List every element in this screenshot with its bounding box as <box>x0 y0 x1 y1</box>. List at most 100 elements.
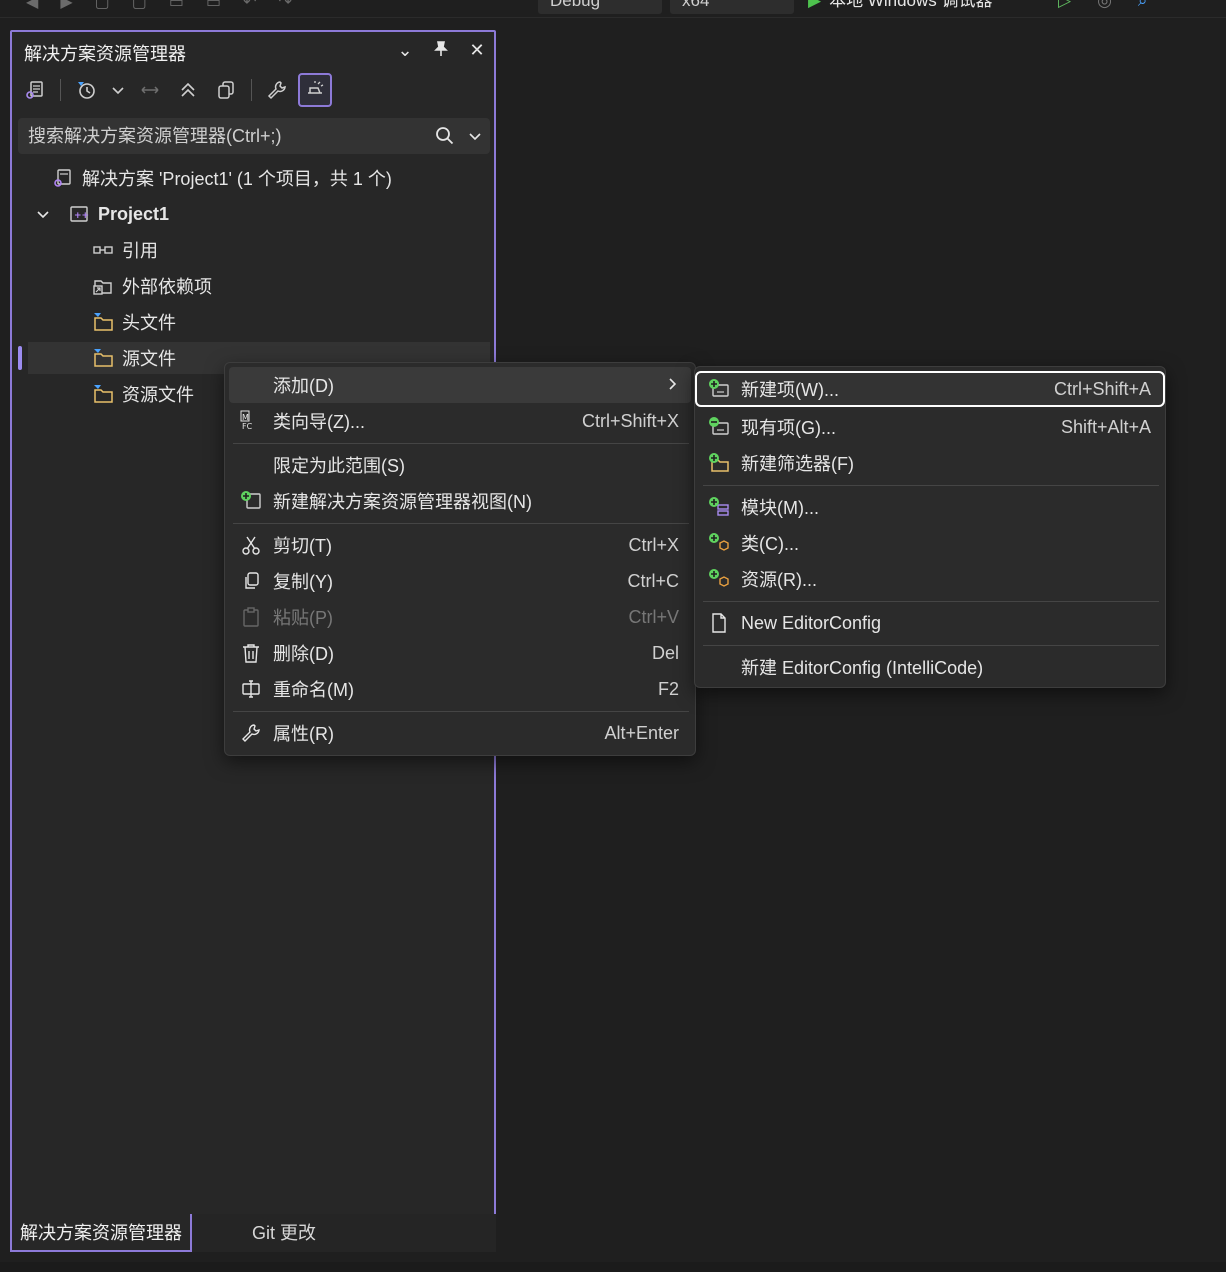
tab-git-changes[interactable]: Git 更改 <box>252 1214 316 1252</box>
search-options-chevron-icon[interactable] <box>460 128 490 144</box>
configuration-combo[interactable]: Debug <box>538 0 662 14</box>
menu-item-new-editorconfig[interactable]: New EditorConfig <box>697 605 1163 641</box>
filter-folder-icon <box>92 383 114 405</box>
save-all-icon[interactable]: ▭ <box>206 0 221 12</box>
tree-item-solution[interactable]: 解决方案 'Project1' (1 个项目，共 1 个) <box>52 162 392 194</box>
menu-item-label: New EditorConfig <box>741 612 882 633</box>
menu-item-class-wizard[interactable]: M FC 类向导(Z)... Ctrl+Shift+X <box>229 403 691 439</box>
menu-item-shortcut: Ctrl+C <box>627 570 679 591</box>
status-bar <box>0 1262 1226 1272</box>
menu-item-label: 资源(R)... <box>741 570 817 590</box>
chevron-down-icon[interactable] <box>32 203 54 225</box>
main-toolbar: ◀ ▶ ▢ ▢ ▭ ▭ ↶ ↷ Debug x64 ▶ 本地 Windows 调试… <box>0 0 1226 18</box>
start-debugging-button[interactable]: ▶ 本地 Windows 调试器 <box>808 0 993 12</box>
search-box <box>18 118 490 154</box>
menu-item-add[interactable]: 添加(D) <box>229 367 691 403</box>
menu-item-rename[interactable]: 重命名(M) F2 <box>229 671 691 707</box>
menu-item-label: 新建 EditorConfig (IntelliCode) <box>741 658 984 678</box>
menu-item-cut[interactable]: 剪切(T) Ctrl+X <box>229 527 691 563</box>
run-without-debug-icon[interactable]: ▷ <box>1058 0 1071 11</box>
tree-item-resource-files[interactable]: 资源文件 <box>92 378 194 410</box>
menu-item-new-editorconfig-intellicode[interactable]: 新建 EditorConfig (IntelliCode) <box>697 649 1163 685</box>
menu-item-new-filter[interactable]: 新建筛选器(F) <box>697 445 1163 481</box>
pin-icon[interactable] <box>432 40 450 63</box>
svg-text:FC: FC <box>242 422 253 431</box>
toolbar-right-icons: ▷ ◎ ⌕ <box>1058 0 1147 11</box>
platform-combo[interactable]: x64 <box>670 0 794 14</box>
redo-icon[interactable]: ↷ <box>279 0 292 12</box>
forward-icon[interactable]: ▶ <box>60 0 72 12</box>
menu-item-label: 类(C)... <box>741 534 799 554</box>
menu-item-label: 新建解决方案资源管理器视图(N) <box>273 492 532 512</box>
menu-item-delete[interactable]: 删除(D) Del <box>229 635 691 671</box>
tool-window-tabs: 解决方案资源管理器 Git 更改 <box>10 1214 496 1252</box>
menu-item-scope-to-this[interactable]: 限定为此范围(S) <box>229 447 691 483</box>
search-input[interactable] <box>18 125 430 147</box>
wrench-icon <box>267 81 286 100</box>
switch-views-button[interactable] <box>18 73 52 107</box>
pending-changes-filter-button[interactable] <box>69 73 103 107</box>
menu-item-existing-item[interactable]: 现有项(G)... Shift+Alt+A <box>697 409 1163 445</box>
sync-with-active-document-button[interactable] <box>133 73 167 107</box>
find-icon[interactable]: ⌕ <box>1138 0 1148 11</box>
menu-item-module[interactable]: 模块(M)... <box>697 489 1163 525</box>
history-icon <box>78 82 95 99</box>
show-all-files-button[interactable] <box>209 73 243 107</box>
search-icon[interactable] <box>430 126 460 146</box>
copy-icon <box>229 570 273 592</box>
close-icon[interactable]: ✕ <box>468 40 486 63</box>
filter-dropdown-button[interactable] <box>107 73 129 107</box>
menu-separator <box>703 645 1159 646</box>
menu-item-label: 新建项(W)... <box>741 380 839 400</box>
menu-item-shortcut: Ctrl+Shift+A <box>1053 378 1151 399</box>
menu-separator <box>703 601 1159 602</box>
external-deps-label: 外部依赖项 <box>122 277 212 297</box>
menu-item-shortcut: Ctrl+Shift+X <box>581 410 679 431</box>
menu-item-label: 属性(R) <box>273 724 334 744</box>
undo-icon[interactable]: ↶ <box>243 0 256 12</box>
clipboard-icon <box>229 606 273 628</box>
menu-item-new-explorer-view[interactable]: 新建解决方案资源管理器视图(N) <box>229 483 691 519</box>
collapse-all-button[interactable] <box>171 73 205 107</box>
preview-selected-items-button[interactable] <box>298 73 332 107</box>
menu-item-shortcut: Del <box>651 642 679 663</box>
filter-folder-icon <box>92 311 114 333</box>
external-deps-icon <box>92 275 114 297</box>
filter-folder-icon <box>92 347 114 369</box>
tree-item-project[interactable]: ++ Project1 <box>32 198 169 230</box>
tree-item-header-files[interactable]: 头文件 <box>92 306 176 338</box>
hot-reload-icon[interactable]: ◎ <box>1097 0 1112 11</box>
tab-solution-explorer[interactable]: 解决方案资源管理器 <box>10 1214 192 1252</box>
menu-item-copy[interactable]: 复制(Y) Ctrl+C <box>229 563 691 599</box>
menu-item-paste[interactable]: 粘贴(P) Ctrl+V <box>229 599 691 635</box>
references-label: 引用 <box>122 241 158 261</box>
new-file-icon[interactable]: ▢ <box>95 0 110 12</box>
menu-item-label: 现有项(G)... <box>741 418 836 438</box>
menu-item-label: 模块(M)... <box>741 498 819 518</box>
explorer-toolbar <box>18 72 332 108</box>
svg-text:++: ++ <box>74 211 89 221</box>
existing-item-icon <box>697 415 741 439</box>
properties-button[interactable] <box>260 73 294 107</box>
tree-item-external-deps[interactable]: 外部依赖项 <box>92 270 212 302</box>
context-menu: 添加(D) M FC 类向导(Z)... Ctrl+Shift+X 限定为此范围(… <box>224 362 696 756</box>
menu-item-new-item[interactable]: 新建项(W)... Ctrl+Shift+A <box>695 371 1165 407</box>
menu-item-resource[interactable]: 资源(R)... <box>697 561 1163 597</box>
run-label: 本地 Windows 调试器 <box>829 0 993 10</box>
menu-separator <box>233 711 689 712</box>
menu-item-class[interactable]: 类(C)... <box>697 525 1163 561</box>
tree-item-references[interactable]: 引用 <box>92 234 158 266</box>
trash-icon <box>229 642 273 664</box>
menu-item-label: 新建筛选器(F) <box>741 454 854 474</box>
back-icon[interactable]: ◀ <box>26 0 38 12</box>
source-files-label: 源文件 <box>122 349 176 369</box>
open-file-icon[interactable]: ▢ <box>132 0 147 12</box>
scissors-icon <box>229 534 273 556</box>
chevron-down-icon[interactable]: ⌄ <box>396 40 414 63</box>
panel-title-buttons: ⌄ ✕ <box>396 40 486 63</box>
save-icon[interactable]: ▭ <box>169 0 184 12</box>
menu-item-properties[interactable]: 属性(R) Alt+Enter <box>229 715 691 751</box>
module-icon <box>697 495 741 519</box>
class-wizard-icon: M FC <box>229 410 273 432</box>
toolbar-separator <box>251 79 252 101</box>
